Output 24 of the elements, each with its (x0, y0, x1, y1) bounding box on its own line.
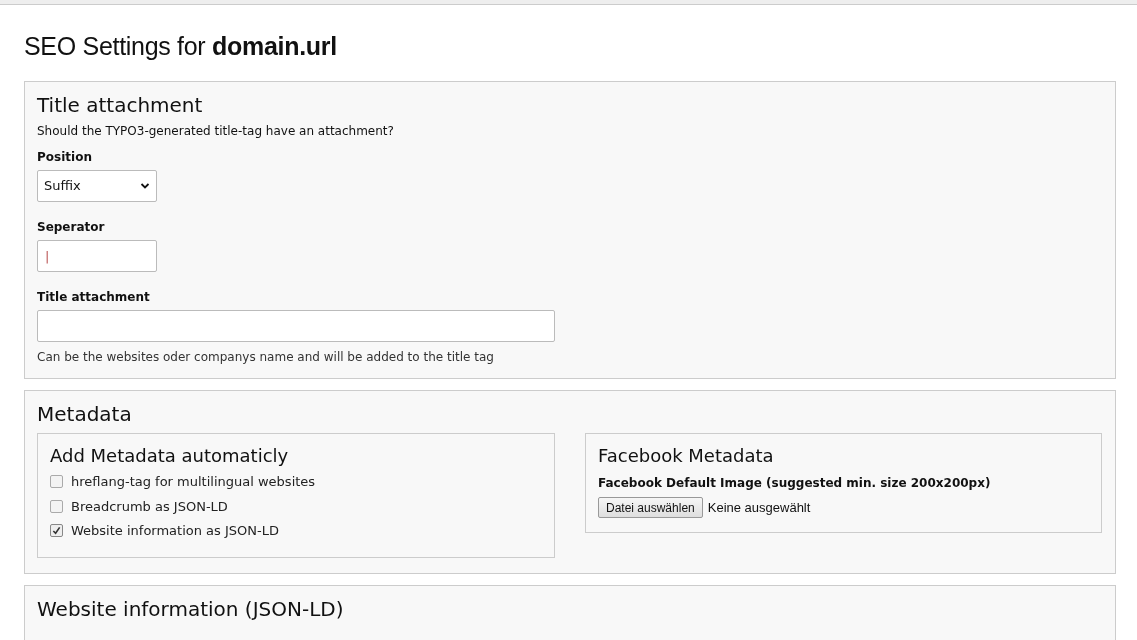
section-heading: Metadata (37, 401, 132, 427)
checkbox[interactable] (50, 499, 63, 513)
position-select[interactable]: Suffix (37, 170, 157, 202)
title-attachment-input[interactable] (37, 310, 555, 342)
checkbox-label: Breadcrumb as JSON-LD (71, 497, 228, 516)
section-heading: Website information (JSON-LD) (37, 595, 344, 622)
field-label: Position (37, 149, 92, 166)
help-text: Can be the websites oder companys name and will be added to the title tag (37, 349, 494, 366)
page-title: SEO Settings for domain.url (24, 31, 337, 61)
checkbox[interactable] (50, 475, 63, 489)
field-label: Title attachment (37, 289, 150, 306)
field-label: Seperator (37, 219, 105, 236)
file-status: Keine ausgewählt (707, 498, 811, 517)
checkbox-label: Website information as JSON-LD (71, 522, 279, 540)
choose-file-button[interactable]: Datei auswählen (598, 497, 703, 518)
subsection-heading: Add Metadata automaticly (50, 444, 289, 468)
checkbox[interactable] (50, 524, 63, 538)
separator-input[interactable]: | (37, 240, 157, 272)
field-label: Facebook Default Image (suggested min. size 200x200px) (598, 475, 992, 492)
chevron-down-icon (140, 182, 150, 190)
checkbox-label: hreflang-tag for multilingual websites (71, 473, 316, 491)
section-description: Should the TYPO3-generated title-tag have an attachment? (37, 123, 394, 140)
section-heading: Title attachment (37, 92, 204, 118)
subsection-heading: Facebook Metadata (598, 444, 775, 468)
